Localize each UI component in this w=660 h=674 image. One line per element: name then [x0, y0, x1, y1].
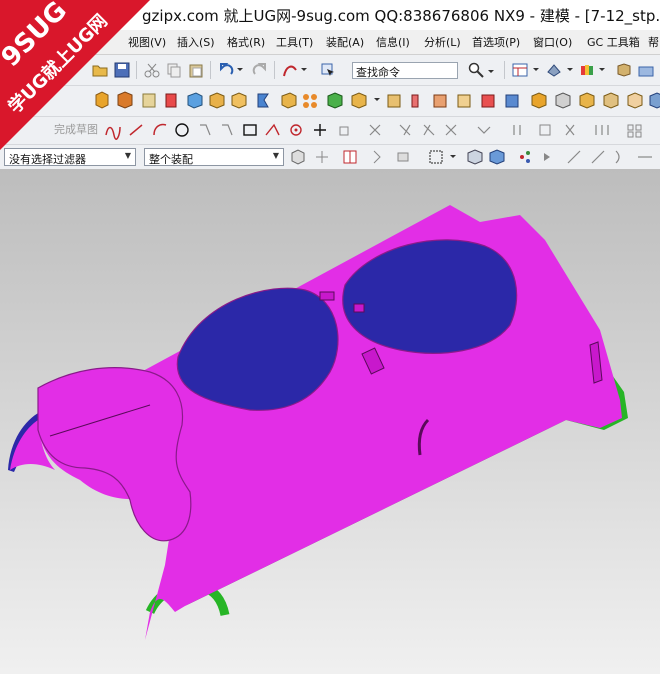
- feature-icons[interactable]: [95, 91, 660, 109]
- snap-icons[interactable]: [291, 149, 652, 165]
- part-model[interactable]: [0, 169, 660, 674]
- command-search-input[interactable]: 查找命令: [352, 62, 458, 79]
- undo-icon[interactable]: [218, 62, 234, 78]
- chevron-down-icon[interactable]: [566, 64, 574, 80]
- menu-insert[interactable]: 插入(S): [177, 34, 215, 50]
- chevron-down-icon[interactable]: [300, 64, 308, 80]
- copy-icon[interactable]: [166, 62, 182, 78]
- chevron-down-icon[interactable]: [532, 64, 540, 80]
- color-palette-icon[interactable]: [580, 62, 596, 78]
- render-style-icon[interactable]: [546, 62, 562, 78]
- menu-format[interactable]: 格式(R): [227, 34, 265, 50]
- chevron-down-icon[interactable]: [487, 66, 495, 82]
- menu-help[interactable]: 帮: [648, 34, 659, 50]
- part-ear-flange: [37, 367, 192, 542]
- paste-icon[interactable]: [188, 62, 204, 78]
- menu-tools[interactable]: 工具(T): [276, 34, 313, 50]
- watermark-logo: 9SUG 学UG就上UG网: [0, 0, 150, 150]
- menu-gc-toolbox[interactable]: GC 工具箱: [587, 34, 640, 50]
- menu-preferences[interactable]: 首选项(P): [472, 34, 520, 50]
- search-icon[interactable]: [468, 62, 484, 78]
- menu-window[interactable]: 窗口(O): [533, 34, 572, 50]
- redo-icon[interactable]: [252, 62, 268, 78]
- chevron-down-icon[interactable]: [598, 64, 606, 80]
- menu-analysis[interactable]: 分析(L): [424, 34, 461, 50]
- graphics-viewport[interactable]: [0, 169, 660, 674]
- sketch-icons[interactable]: [105, 123, 642, 140]
- model-view-icon[interactable]: [638, 62, 654, 78]
- chevron-down-icon[interactable]: [236, 64, 244, 80]
- part-tab: [353, 303, 365, 313]
- select-tool-icon[interactable]: [320, 62, 336, 78]
- view-icon[interactable]: [616, 62, 632, 78]
- part-tab: [319, 291, 335, 301]
- window-title: gzipx.com 就上UG网-9sug.com QQ:838676806 NX…: [142, 7, 660, 25]
- curve-tool-icon[interactable]: [282, 62, 298, 78]
- menu-assembly[interactable]: 装配(A): [326, 34, 364, 50]
- layout-icon[interactable]: [512, 62, 528, 78]
- menu-information[interactable]: 信息(I): [376, 34, 410, 50]
